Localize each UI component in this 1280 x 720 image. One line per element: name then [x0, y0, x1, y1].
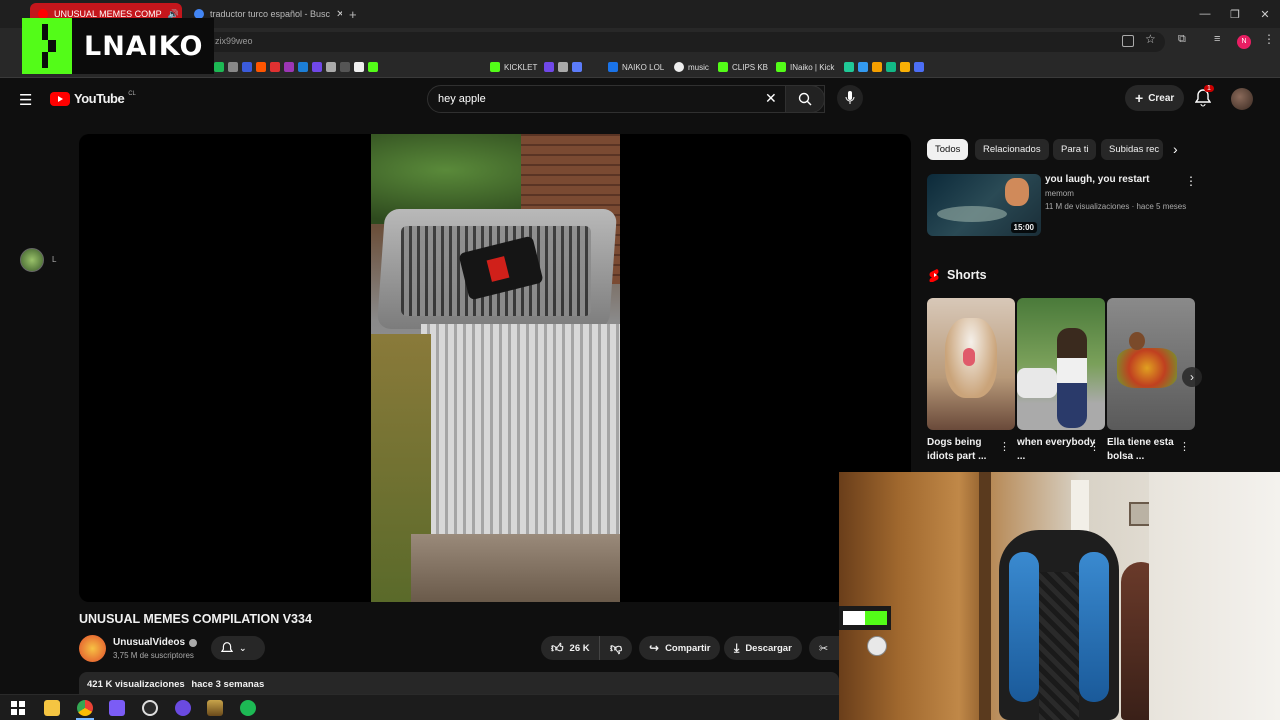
youtube-logo[interactable]: YouTube CL	[50, 91, 136, 106]
more-options-icon[interactable]: ⋮	[1179, 440, 1190, 453]
kick-streamer-logo: LNAIKO	[22, 18, 214, 74]
like-button[interactable]: 👍︎ 26 K	[541, 636, 600, 660]
bookmark-inaiko-kick[interactable]: INaiko | Kick	[776, 60, 834, 74]
close-tab-icon[interactable]: ✕	[336, 9, 342, 20]
notifications-button[interactable]: 1	[1195, 85, 1214, 107]
side-user-avatar[interactable]	[20, 248, 44, 272]
video-duration: 15:00	[1010, 222, 1037, 233]
chevron-down-icon: ⌄	[239, 642, 247, 653]
clip-button[interactable]: ✂	[809, 636, 839, 660]
menu-kebab-icon[interactable]: ⋮	[1263, 32, 1275, 46]
tab-label: traductor turco español - Busc	[210, 9, 331, 19]
video-player[interactable]	[79, 134, 911, 602]
more-options-icon[interactable]: ⋮	[1185, 174, 1197, 188]
chrome-icon[interactable]	[77, 700, 93, 716]
dislike-button[interactable]: 👎︎	[599, 636, 633, 660]
chip-all[interactable]: Todos	[927, 139, 969, 160]
download-button[interactable]: ⤓ Descargar	[724, 636, 802, 660]
rec-video-title[interactable]: you laugh, you restart	[1045, 174, 1149, 185]
channel-name[interactable]: UnusualVideos	[113, 637, 198, 648]
thumbs-down-icon: 👎︎	[610, 640, 623, 655]
obs-icon[interactable]	[142, 700, 158, 716]
youtube-play-icon	[50, 91, 70, 106]
view-count: 421 K visualizaciones	[87, 679, 185, 690]
bookmark-icons-group-2[interactable]	[544, 60, 582, 74]
windows-start-icon[interactable]	[10, 700, 26, 716]
streamer-webcam	[839, 472, 1280, 720]
verified-badge-icon	[189, 638, 198, 647]
search-icon	[798, 92, 812, 106]
rec-video-thumbnail[interactable]: 15:00	[927, 174, 1041, 236]
thumbs-up-icon: 👍︎	[551, 640, 564, 655]
side-user-label: L	[52, 255, 57, 264]
short-title[interactable]: when everybody ...	[1017, 436, 1097, 464]
spotify-icon[interactable]	[240, 700, 256, 716]
hamburger-menu-icon[interactable]: ☰	[19, 91, 32, 109]
share-arrow-icon: ↪	[649, 641, 660, 655]
maximize-icon[interactable]: ❐	[1220, 0, 1250, 28]
more-options-icon[interactable]: ⋮	[999, 440, 1010, 453]
shorts-icon	[929, 269, 939, 282]
bookmark-star-icon[interactable]: ☆	[1145, 32, 1156, 46]
windows-taskbar	[0, 694, 839, 720]
clear-search-icon[interactable]: ✕	[765, 90, 777, 107]
shorts-header: Shorts	[929, 268, 987, 282]
bookmark-kicklet[interactable]: KICKLET	[490, 60, 537, 74]
short-thumbnail[interactable]	[927, 298, 1015, 430]
league-icon[interactable]	[207, 700, 223, 716]
app-icon[interactable]	[175, 700, 191, 716]
bookmark-icons-group[interactable]	[214, 60, 378, 74]
profile-avatar[interactable]: N	[1237, 35, 1251, 49]
streamer-name: LNAIKO	[84, 30, 204, 62]
rec-video-meta: 11 M de visualizaciones · hace 5 meses	[1045, 202, 1187, 211]
url-input[interactable]: zix99weo	[205, 32, 1165, 52]
voice-search-button[interactable]	[837, 85, 863, 111]
notification-badge: 1	[1204, 85, 1214, 92]
video-title: UNUSUAL MEMES COMPILATION V334	[79, 612, 312, 626]
media-icon[interactable]: ≡	[1214, 33, 1220, 45]
youtube-header: ☰ YouTube CL hey apple ✕ + Crear 1	[0, 79, 1280, 119]
subscription-bell-button[interactable]: ⌄	[211, 636, 265, 660]
channel-avatar[interactable]	[79, 635, 106, 662]
short-thumbnail[interactable]	[1107, 298, 1195, 430]
subscriber-count: 3,75 M de suscriptores	[113, 651, 194, 660]
bookmark-icons-group-3[interactable]	[844, 60, 924, 74]
rec-video-channel[interactable]: memom	[1045, 189, 1074, 198]
microphone-icon	[845, 91, 855, 104]
bookmark-music[interactable]: music	[674, 60, 709, 74]
chevron-right-icon[interactable]: ›	[1173, 141, 1178, 157]
app-icon[interactable]	[109, 700, 125, 716]
bookmark-naiko-lol[interactable]: NAIKO LOL	[608, 60, 664, 74]
short-title[interactable]: Ella tiene esta bolsa ...	[1107, 436, 1187, 464]
create-button[interactable]: + Crear	[1125, 85, 1185, 111]
kick-k-icon	[22, 18, 72, 74]
share-button[interactable]: ↪ Compartir	[639, 636, 721, 660]
short-thumbnail[interactable]	[1017, 298, 1105, 430]
video-frame	[371, 134, 620, 602]
file-explorer-icon[interactable]	[44, 700, 60, 716]
account-avatar[interactable]	[1231, 88, 1253, 110]
short-title[interactable]: Dogs being idiots part ...	[927, 436, 1007, 464]
more-options-icon[interactable]: ⋮	[1089, 440, 1100, 453]
scissors-icon: ✂	[819, 642, 829, 655]
shorts-next-chevron-icon[interactable]: ›	[1182, 367, 1202, 387]
bookmark-clips-kb[interactable]: CLIPS KB	[718, 60, 768, 74]
minimize-icon[interactable]: —	[1190, 0, 1220, 28]
chip-for-you[interactable]: Para ti	[1053, 139, 1097, 160]
close-window-icon[interactable]: ✕	[1250, 0, 1280, 28]
chip-related[interactable]: Relacionados	[975, 139, 1049, 160]
install-app-icon[interactable]	[1122, 35, 1134, 47]
plus-icon: +	[1135, 90, 1144, 106]
search-button[interactable]	[785, 85, 825, 113]
new-tab-button[interactable]: +	[344, 3, 366, 25]
upload-date: hace 3 semanas	[191, 679, 265, 690]
bell-icon	[221, 641, 233, 652]
download-icon: ⤓	[734, 640, 740, 655]
chip-recent-uploads[interactable]: Subidas rec	[1101, 139, 1163, 160]
extensions-icon[interactable]: ⧉	[1178, 33, 1186, 46]
